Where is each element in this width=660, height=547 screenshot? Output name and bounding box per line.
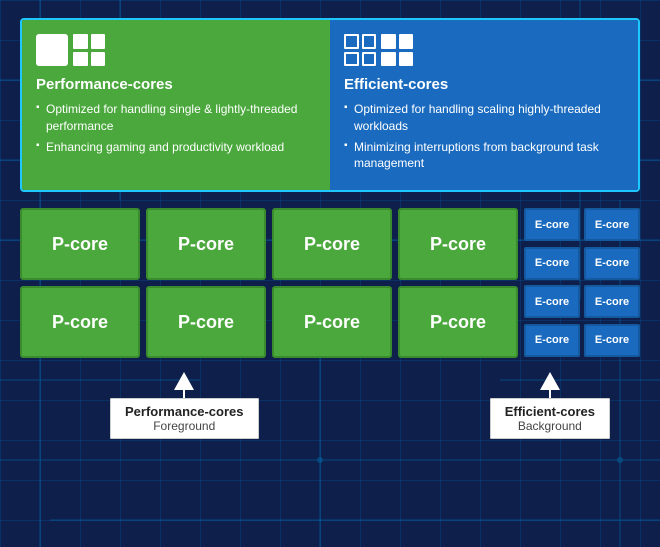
eff-arrow-title: Efficient-cores xyxy=(505,404,595,419)
perf-arrow-label: Performance-cores Foreground xyxy=(110,398,259,439)
performance-cores-panel: Performance-cores Optimized for handling… xyxy=(22,20,330,190)
perf-title: Performance-cores xyxy=(36,76,314,93)
eff-arrow-group: Efficient-cores Background xyxy=(490,372,610,439)
eff-grid-cell-1 xyxy=(381,34,396,49)
perf-arrow-up xyxy=(174,372,194,390)
efficient-cores-panel: Efficient-cores Optimized for handling s… xyxy=(330,20,638,190)
arrows-section: Performance-cores Foreground Efficient-c… xyxy=(20,372,640,439)
p-cores-grid: P-core P-core P-core P-core P-core P-cor… xyxy=(20,208,518,358)
eff-icon-grid xyxy=(381,34,413,66)
e-core-cell-6: E-core xyxy=(584,285,640,318)
eff-grid-cell-3 xyxy=(381,52,396,67)
perf-grid-cell-4 xyxy=(91,52,106,67)
e-core-cell-5: E-core xyxy=(524,285,580,318)
eff-bullets: Optimized for handling scaling highly-th… xyxy=(344,101,622,172)
perf-bullet-1: Optimized for handling single & lightly-… xyxy=(36,101,314,135)
eff-outline-cell-2 xyxy=(362,34,377,49)
efficient-icon-block xyxy=(344,34,622,66)
e-core-cell-3: E-core xyxy=(524,247,580,280)
e-core-cell-8: E-core xyxy=(584,324,640,357)
e-core-cell-7: E-core xyxy=(524,324,580,357)
perf-grid-cell-2 xyxy=(91,34,106,49)
eff-grid-cell-4 xyxy=(399,52,414,67)
perf-arrow-title: Performance-cores xyxy=(125,404,244,419)
perf-bullets: Optimized for handling single & lightly-… xyxy=(36,101,314,155)
eff-bullet-1: Optimized for handling scaling highly-th… xyxy=(344,101,622,135)
perf-icon-grid xyxy=(73,34,105,66)
perf-grid-cell-1 xyxy=(73,34,88,49)
main-container: Performance-cores Optimized for handling… xyxy=(0,0,660,547)
core-grid-section: P-core P-core P-core P-core P-core P-cor… xyxy=(20,208,640,358)
e-core-cell-4: E-core xyxy=(584,247,640,280)
p-core-cell-3: P-core xyxy=(272,208,392,280)
perf-arrow-sub: Foreground xyxy=(125,419,244,433)
perf-bullet-2: Enhancing gaming and productivity worklo… xyxy=(36,139,314,156)
eff-arrow-sub: Background xyxy=(505,419,595,433)
top-panel: Performance-cores Optimized for handling… xyxy=(20,18,640,192)
e-core-cell-2: E-core xyxy=(584,208,640,241)
perf-grid-cell-3 xyxy=(73,52,88,67)
eff-arrow-up xyxy=(540,372,560,390)
perf-arrow-line xyxy=(183,390,185,398)
eff-bullet-2: Minimizing interruptions from background… xyxy=(344,139,622,173)
eff-arrow-label: Efficient-cores Background xyxy=(490,398,610,439)
performance-icon-block xyxy=(36,34,314,66)
eff-outline-cell-3 xyxy=(344,52,359,67)
eff-title: Efficient-cores xyxy=(344,76,622,93)
p-core-cell-2: P-core xyxy=(146,208,266,280)
perf-arrow-group: Performance-cores Foreground xyxy=(110,372,259,439)
eff-icon-outline xyxy=(344,34,376,66)
e-cores-grid: E-core E-core E-core E-core E-core E-cor… xyxy=(524,208,640,358)
p-core-cell-8: P-core xyxy=(398,286,518,358)
perf-icon-square xyxy=(36,34,68,66)
eff-grid-cell-2 xyxy=(399,34,414,49)
eff-arrow-line xyxy=(549,390,551,398)
p-core-cell-6: P-core xyxy=(146,286,266,358)
p-core-cell-4: P-core xyxy=(398,208,518,280)
eff-outline-cell-4 xyxy=(362,52,377,67)
p-core-cell-5: P-core xyxy=(20,286,140,358)
eff-outline-cell-1 xyxy=(344,34,359,49)
e-core-cell-1: E-core xyxy=(524,208,580,241)
p-core-cell-1: P-core xyxy=(20,208,140,280)
p-core-cell-7: P-core xyxy=(272,286,392,358)
